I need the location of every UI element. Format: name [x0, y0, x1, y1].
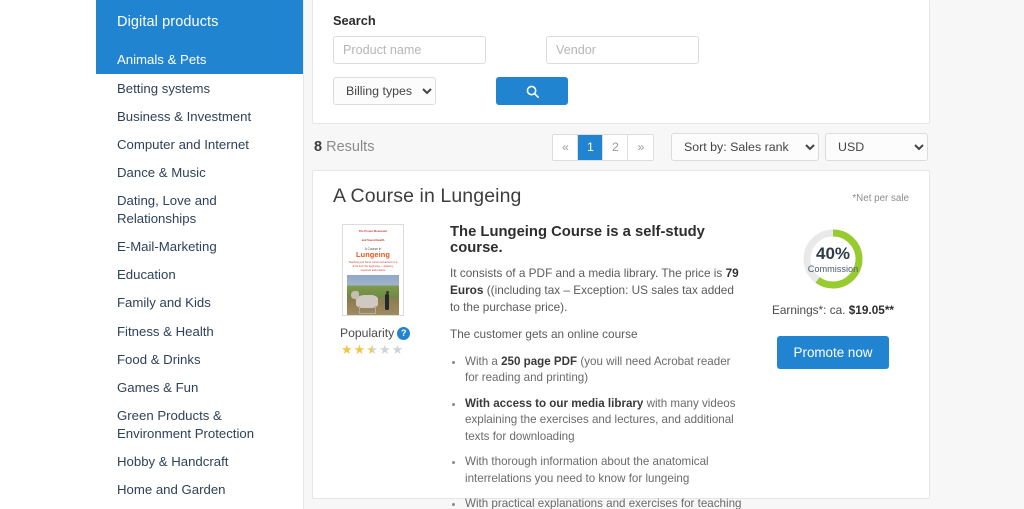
- pagination-page-1[interactable]: 1: [578, 134, 604, 160]
- product-name-input[interactable]: [333, 36, 486, 64]
- sidebar-header: Digital products: [96, 0, 303, 46]
- description-paragraph-2: The customer gets an online course: [450, 327, 638, 342]
- feature-bullet: With a 250 page PDF (you will need Acrob…: [465, 354, 743, 387]
- sidebar-item-dance-music[interactable]: Dance & Music: [96, 159, 303, 187]
- person-illustration: [385, 291, 389, 311]
- commission-column: 40% Commission Earnings*: ca. $19.05** P…: [757, 224, 909, 509]
- sidebar-item-betting-systems[interactable]: Betting systems: [96, 74, 303, 102]
- billing-types-select[interactable]: Billing types: [333, 77, 436, 105]
- search-title: Search: [333, 13, 376, 28]
- feature-bullet: With thorough information about the anat…: [465, 454, 743, 487]
- cover-top-line-2: and Sound Health: [361, 238, 385, 242]
- sidebar-item-hobby-handcraft[interactable]: Hobby & Handcraft: [96, 447, 303, 475]
- popularity-star-4: ★: [378, 342, 391, 357]
- pagination-next[interactable]: »: [628, 134, 654, 160]
- page-root: Digital products Animals & Pets Betting s…: [0, 0, 1024, 509]
- earnings-prefix: Earnings*: ca.: [772, 303, 849, 317]
- commission-donut: 40% Commission: [801, 227, 865, 291]
- description-heading: The Lungeing Course is a self-study cour…: [450, 224, 705, 256]
- sidebar-item-home-and-garden[interactable]: Home and Garden: [96, 476, 303, 504]
- product-thumbnail-column: The Proper Movement and Sound Health A C…: [333, 224, 421, 509]
- pagination: « 1 2 »: [552, 133, 655, 161]
- popularity-star-3: ★: [366, 342, 378, 357]
- search-panel: Search Billing types: [312, 0, 930, 124]
- sidebar-item-internetmarketing-e-business[interactable]: Internetmarketing & E-Business: [96, 504, 303, 509]
- commission-percent: 40%: [815, 243, 851, 263]
- product-card: A Course in Lungeing *Net per sale The P…: [312, 170, 930, 509]
- popularity-row: Popularity ?: [340, 326, 421, 340]
- popularity-stars: ★ ★ ★ ★ ★: [341, 343, 421, 356]
- help-icon[interactable]: ?: [397, 326, 411, 340]
- sidebar-list: Animals & Pets Betting systems Business & …: [96, 46, 303, 509]
- product-description-column: The Lungeing Course is a self-study cour…: [421, 224, 757, 509]
- sidebar-item-animals-pets[interactable]: Animals & Pets: [96, 46, 303, 75]
- desc-p1-post: ((including tax – Exception: US sales ta…: [450, 282, 734, 314]
- results-count-number: 8: [314, 139, 323, 155]
- net-per-sale-note: *Net per sale: [852, 193, 909, 204]
- vendor-input[interactable]: [546, 36, 699, 64]
- product-title: A Course in Lungeing: [333, 185, 522, 207]
- results-bar: 8 Results « 1 2 » Sort by: Sales rank US…: [312, 124, 930, 170]
- results-count-label: Results: [326, 139, 375, 155]
- sidebar-item-green-products-environment-protection[interactable]: Green Products & Environment Protection: [96, 402, 303, 448]
- promote-now-button[interactable]: Promote now: [776, 336, 890, 369]
- commission-caption: Commission: [807, 263, 859, 274]
- sort-controls: Sort by: Sales rank USD: [671, 133, 928, 161]
- earnings-text: Earnings*: ca. $19.05**: [772, 303, 894, 317]
- cover-title: Lungeing: [355, 249, 391, 259]
- cover-bottom-line: exercises · lunge system · 100% horse fr…: [351, 310, 395, 312]
- main-content: Search Billing types: [304, 0, 1024, 509]
- horse-illustration: [351, 291, 378, 315]
- earnings-value: $19.05**: [848, 303, 894, 317]
- popularity-star-1: ★: [341, 342, 353, 357]
- book-cover-image[interactable]: The Proper Movement and Sound Health A C…: [342, 224, 404, 316]
- product-body: The Proper Movement and Sound Health A C…: [333, 224, 909, 509]
- pagination-prev[interactable]: «: [553, 134, 579, 160]
- sidebar-item-dating-love-and-relationships[interactable]: Dating, Love and Relationships: [96, 187, 303, 233]
- commission-donut-label: 40% Commission: [801, 227, 865, 291]
- popularity-star-5: ★: [391, 342, 404, 357]
- feature-bullet: With practical explanations and exercise…: [465, 496, 743, 509]
- category-sidebar: Digital products Animals & Pets Betting s…: [96, 0, 304, 509]
- sidebar-item-computer-and-internet[interactable]: Computer and Internet: [96, 131, 303, 159]
- popularity-star-2: ★: [353, 342, 366, 357]
- sidebar-item-business-investment[interactable]: Business & Investment: [96, 102, 303, 130]
- sidebar-item-family-and-kids[interactable]: Family and Kids: [96, 289, 303, 317]
- results-count: 8 Results: [314, 139, 374, 155]
- pagination-page-2[interactable]: 2: [603, 134, 629, 160]
- currency-select[interactable]: USD: [825, 133, 928, 161]
- sidebar-item-food-drinks[interactable]: Food & Drinks: [96, 345, 303, 373]
- search-icon: [525, 84, 540, 99]
- search-button[interactable]: [496, 77, 568, 105]
- left-gutter: [0, 0, 96, 509]
- description-paragraph-1: It consists of a PDF and a media library…: [450, 265, 743, 315]
- sidebar-item-fitness-health[interactable]: Fitness & Health: [96, 317, 303, 345]
- cover-description: Teaching your horse correct movement on …: [348, 261, 398, 272]
- sidebar-item-games-fun[interactable]: Games & Fun: [96, 374, 303, 402]
- sidebar-item-e-mail-marketing[interactable]: E-Mail-Marketing: [96, 233, 303, 261]
- sort-by-select[interactable]: Sort by: Sales rank: [671, 133, 819, 161]
- desc-p1-pre: It consists of a PDF and a media library…: [450, 266, 726, 280]
- feature-bullet-list: With a 250 page PDF (you will need Acrob…: [450, 354, 743, 509]
- sidebar-item-education[interactable]: Education: [96, 261, 303, 289]
- popularity-label: Popularity: [340, 326, 395, 340]
- feature-bullet: With access to our media library with ma…: [465, 396, 743, 445]
- cover-top-line-1: The Proper Movement: [358, 230, 388, 233]
